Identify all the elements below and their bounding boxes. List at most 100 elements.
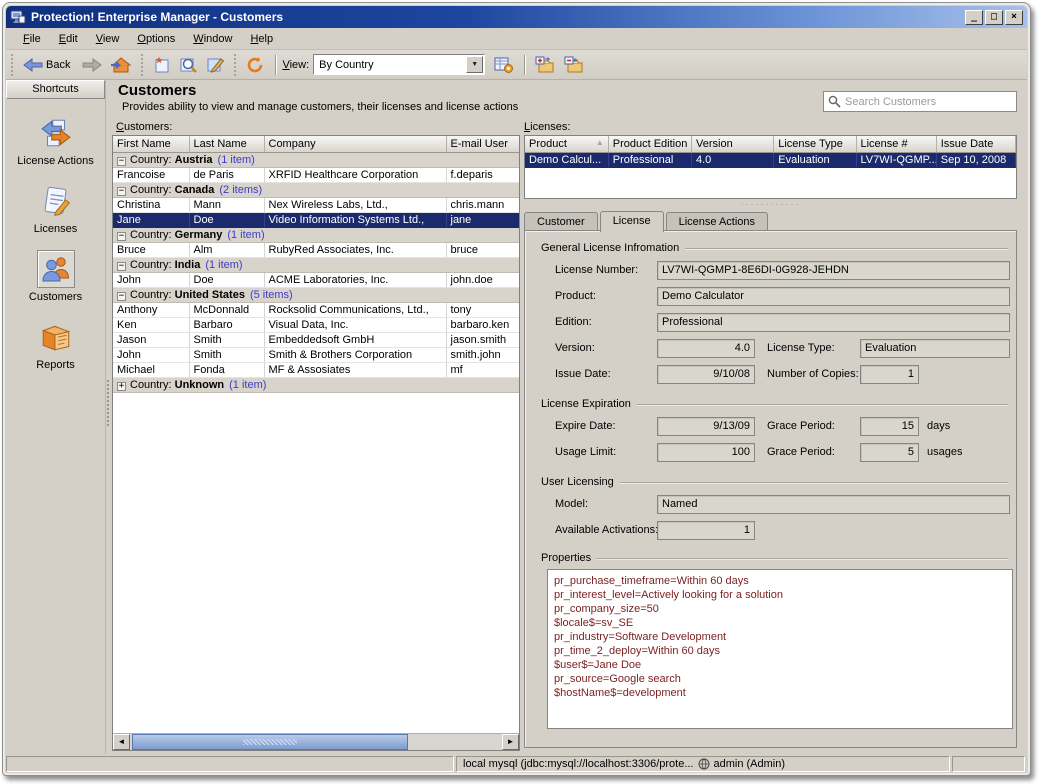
page-title: Customers [118, 82, 196, 99]
column-header[interactable]: Product Edition [608, 136, 691, 152]
grace-usages-label: Grace Period: [767, 446, 835, 458]
page-subtitle: Provides ability to view and manage cust… [122, 101, 518, 113]
column-header[interactable]: License # [856, 136, 936, 152]
group-row[interactable]: −Country: United States(5 items) [113, 287, 520, 302]
cell: Francoise [113, 167, 189, 182]
close-button[interactable]: × [1005, 10, 1023, 25]
collapse-icon[interactable]: − [117, 157, 126, 166]
group-row[interactable]: −Country: India(1 item) [113, 257, 520, 272]
sidebar-item-license-actions[interactable]: License Actions [8, 114, 104, 167]
table-row[interactable]: JohnSmithSmith & Brothers Corporationsmi… [113, 347, 520, 362]
menu-item-view[interactable]: View [87, 30, 129, 48]
activations-field[interactable]: 1 [657, 521, 755, 540]
group-count: (1 item) [218, 154, 255, 166]
sidebar-item-customers[interactable]: Customers [8, 250, 104, 303]
title-bar[interactable]: Protection! Enterprise Manager - Custome… [6, 6, 1027, 28]
properties-textarea[interactable]: pr_purchase_timeframe=Within 60 days pr_… [547, 569, 1013, 729]
column-header[interactable]: Product▲ [525, 136, 608, 152]
tab-customer[interactable]: Customer [524, 212, 598, 231]
toolbar-grip[interactable] [141, 54, 145, 76]
refresh-button[interactable] [243, 54, 268, 76]
cell: Alm [189, 242, 264, 257]
edit-button[interactable] [203, 54, 228, 76]
collapse-icon[interactable]: − [117, 232, 126, 241]
tab-license[interactable]: License [600, 211, 664, 232]
scroll-right-icon[interactable]: ► [502, 734, 519, 750]
issue-date-field[interactable]: 9/10/08 [657, 365, 755, 384]
license-number-field[interactable]: LV7WI-QGMP1-8E6DI-0G928-JEHDN [657, 261, 1010, 280]
customers-table: First NameLast NameCompanyE-mail User −C… [112, 135, 520, 751]
activations-label: Available Activations: [555, 524, 658, 536]
tab-license-actions[interactable]: License Actions [666, 212, 768, 231]
group-row[interactable]: −Country: Austria(1 item) [113, 152, 520, 167]
table-row[interactable]: Demo Calcul...Professional4.0EvaluationL… [525, 152, 1016, 167]
collapse-icon[interactable]: − [117, 262, 126, 271]
copies-field[interactable]: 1 [860, 365, 919, 384]
column-header[interactable]: E-mail User [446, 136, 520, 152]
column-header[interactable]: First Name [113, 136, 189, 152]
customize-view-button[interactable] [491, 54, 517, 76]
licenses-header-row[interactable]: Product▲Product EditionVersionLicense Ty… [525, 136, 1016, 152]
shortcuts-header[interactable]: Shortcuts [6, 80, 105, 99]
sidebar-item-licenses[interactable]: Licenses [8, 182, 104, 235]
cell: RubyRed Associates, Inc. [264, 242, 446, 257]
toolbar-grip[interactable] [11, 54, 15, 76]
expire-date-field[interactable]: 9/13/09 [657, 417, 755, 436]
table-row[interactable]: ChristinaMannNex Wireless Labs, Ltd.,chr… [113, 197, 520, 212]
expand-icon[interactable]: + [117, 382, 126, 391]
table-row[interactable]: MichaelFondaMF & Assosiatesmf [113, 362, 520, 377]
view-combobox[interactable]: By Country ▼ [313, 54, 485, 75]
column-header[interactable]: Issue Date [936, 136, 1015, 152]
table-row[interactable]: JasonSmithEmbeddedsoft GmbHjason.smith [113, 332, 520, 347]
column-header[interactable]: Version [692, 136, 774, 152]
column-header[interactable]: License Type [774, 136, 856, 152]
table-row[interactable]: Francoisede ParisXRFID Healthcare Corpor… [113, 167, 520, 182]
group-title-properties: Properties [541, 552, 591, 564]
horizontal-scrollbar[interactable]: ◄ ► [113, 733, 519, 750]
table-row[interactable]: AnthonyMcDonnaldRocksolid Communications… [113, 302, 520, 317]
group-row[interactable]: +Country: Unknown(1 item) [113, 377, 520, 392]
group-row[interactable]: −Country: Germany(1 item) [113, 227, 520, 242]
expand-all-button[interactable] [532, 54, 559, 76]
chevron-down-icon[interactable]: ▼ [466, 56, 483, 73]
licenses-grid: Product▲Product EditionVersionLicense Ty… [525, 136, 1016, 168]
home-button[interactable] [107, 54, 135, 76]
new-button[interactable] [150, 54, 174, 76]
collapse-all-icon [564, 56, 585, 74]
collapse-all-button[interactable] [561, 54, 588, 76]
collapse-icon[interactable]: − [117, 187, 126, 196]
table-row[interactable]: BruceAlmRubyRed Associates, Inc.bruce [113, 242, 520, 257]
menu-item-options[interactable]: Options [128, 30, 184, 48]
scrollbar-thumb[interactable] [132, 734, 408, 750]
scroll-left-icon[interactable]: ◄ [113, 734, 130, 750]
toolbar-grip[interactable] [234, 54, 238, 76]
edition-field[interactable]: Professional [657, 313, 1010, 332]
table-row[interactable]: JohnDoeACME Laboratories, Inc.john.doe [113, 272, 520, 287]
license-type-field[interactable]: Evaluation [860, 339, 1010, 358]
table-row[interactable]: JaneDoeVideo Information Systems Ltd.,ja… [113, 212, 520, 227]
menu-item-help[interactable]: Help [241, 30, 282, 48]
customers-header-row[interactable]: First NameLast NameCompanyE-mail User [113, 136, 520, 152]
maximize-button[interactable]: □ [985, 10, 1003, 25]
version-field[interactable]: 4.0 [657, 339, 755, 358]
menu-item-edit[interactable]: Edit [50, 30, 87, 48]
grace-usages-field[interactable]: 5 [860, 443, 919, 462]
grace-days-field[interactable]: 15 [860, 417, 919, 436]
group-row[interactable]: −Country: Canada(2 items) [113, 182, 520, 197]
menu-item-window[interactable]: Window [184, 30, 241, 48]
product-field[interactable]: Demo Calculator [657, 287, 1010, 306]
cell: barbaro.ken [446, 317, 520, 332]
collapse-icon[interactable]: − [117, 292, 126, 301]
search-button[interactable] [176, 54, 201, 76]
model-field[interactable]: Named [657, 495, 1010, 514]
usage-limit-field[interactable]: 100 [657, 443, 755, 462]
forward-button[interactable] [79, 56, 105, 74]
column-header[interactable]: Company [264, 136, 446, 152]
sidebar-item-reports[interactable]: Reports [8, 318, 104, 371]
back-button[interactable]: Back [20, 56, 77, 74]
horizontal-splitter[interactable]: ············ [524, 201, 1017, 207]
table-row[interactable]: KenBarbaroVisual Data, Inc.barbaro.ken [113, 317, 520, 332]
minimize-button[interactable]: _ [965, 10, 983, 25]
menu-item-file[interactable]: File [14, 30, 50, 48]
column-header[interactable]: Last Name [189, 136, 264, 152]
